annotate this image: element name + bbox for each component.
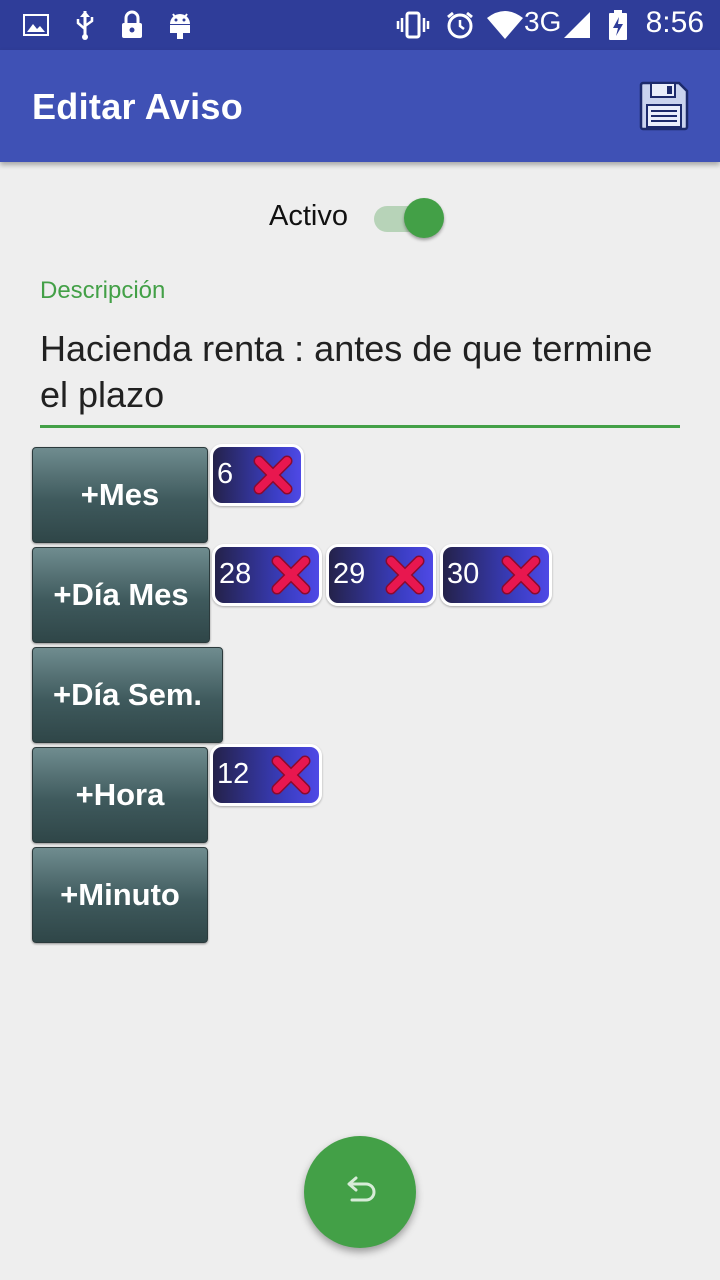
wifi-icon [486, 9, 524, 41]
lock-icon [118, 9, 146, 41]
active-switch[interactable] [374, 196, 446, 240]
save-button[interactable] [638, 80, 690, 132]
back-fab[interactable] [304, 1136, 416, 1248]
hour-chip: 12 [210, 744, 322, 806]
image-icon [22, 9, 50, 41]
month-chip: 6 [210, 444, 304, 506]
chip-value: 6 [217, 458, 234, 490]
add-day-of-month-button[interactable]: +Día Mes [32, 547, 210, 643]
remove-icon[interactable] [269, 553, 313, 597]
vibrate-icon [396, 9, 430, 41]
chip-value: 28 [219, 558, 252, 590]
switch-thumb [404, 198, 444, 238]
clock: 8:56 [645, 6, 704, 39]
page-title: Editar Aviso [32, 86, 243, 127]
description-underline [40, 425, 680, 428]
status-bar: 3G 8:56 [0, 0, 720, 50]
day-of-month-chip: 29 [326, 544, 436, 606]
add-weekday-button[interactable]: +Día Sem. [32, 647, 223, 743]
undo-icon [347, 1176, 376, 1202]
android-icon [166, 9, 194, 41]
active-label: Activo [269, 200, 348, 232]
remove-icon[interactable] [499, 553, 543, 597]
battery-icon [606, 9, 630, 41]
chip-value: 12 [217, 758, 250, 790]
remove-icon[interactable] [251, 453, 295, 497]
floppy-disk-icon [639, 81, 689, 131]
network-type: 3G [524, 6, 562, 37]
description-label: Descripción [40, 277, 166, 304]
signal-icon [562, 9, 592, 41]
description-input[interactable]: Hacienda renta : antes de que termine el… [40, 326, 680, 418]
add-month-button[interactable]: +Mes [32, 447, 208, 543]
add-hour-button[interactable]: +Hora [32, 747, 208, 843]
active-row: Activo [0, 190, 720, 246]
usb-icon [72, 9, 98, 41]
remove-icon[interactable] [383, 553, 427, 597]
chip-value: 29 [333, 558, 366, 590]
alarm-icon [444, 9, 476, 41]
day-of-month-chip: 30 [440, 544, 552, 606]
chip-value: 30 [447, 558, 480, 590]
remove-icon[interactable] [269, 753, 313, 797]
add-minute-button[interactable]: +Minuto [32, 847, 208, 943]
day-of-month-chip: 28 [212, 544, 322, 606]
app-bar: Editar Aviso [0, 50, 720, 162]
